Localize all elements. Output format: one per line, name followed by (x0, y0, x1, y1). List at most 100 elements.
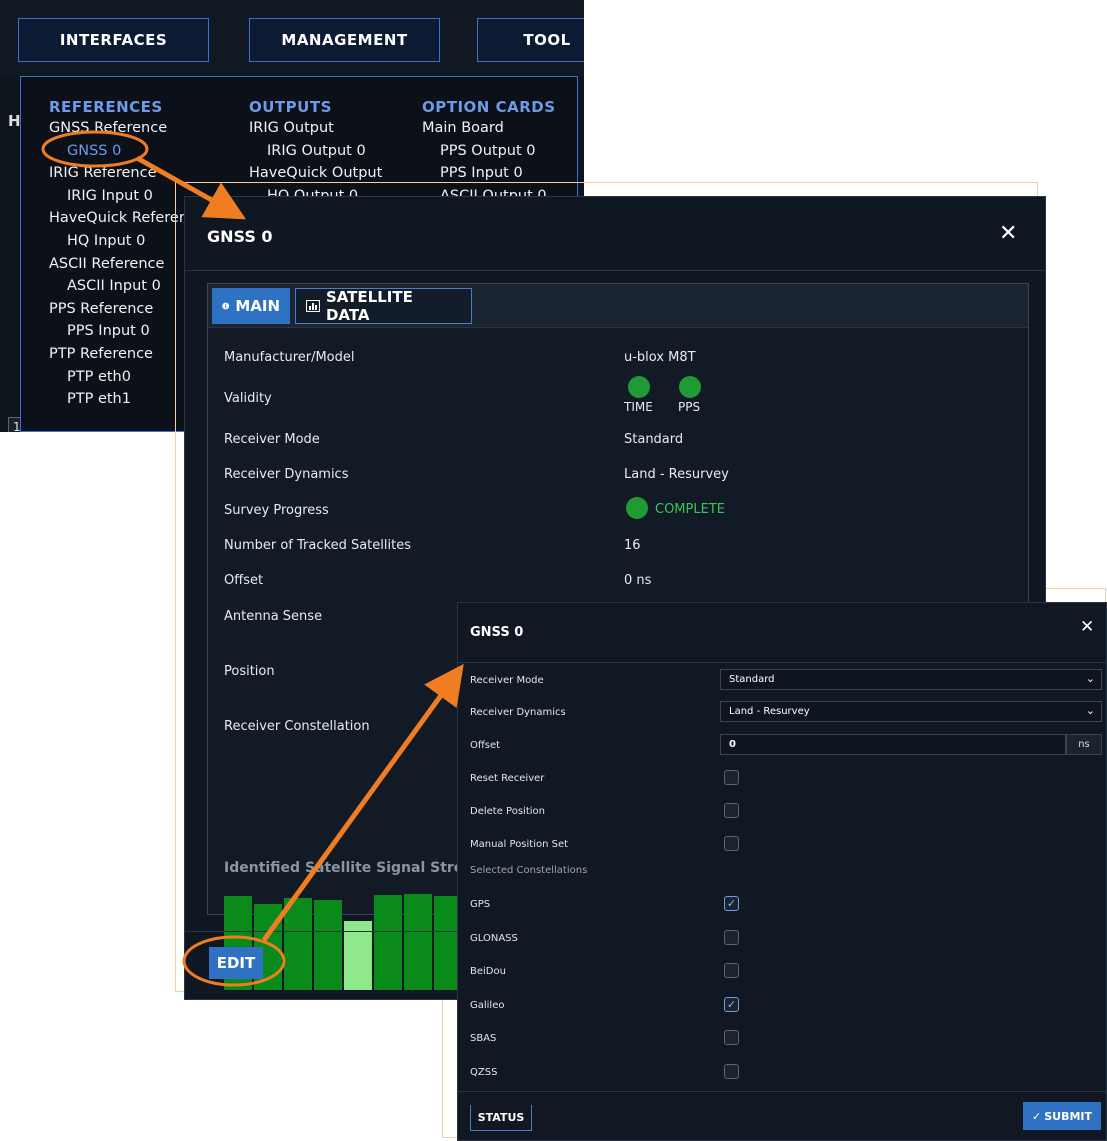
validity-pps-label: PPS (678, 400, 701, 414)
dialog-footer: STATUS ✓ SUBMIT (458, 1091, 1106, 1141)
receiver-dynamics-select[interactable]: Land - Resurvey ⌄ (720, 701, 1102, 722)
survey-progress-value: COMPLETE (655, 502, 725, 517)
chevron-down-icon: ⌄ (1085, 704, 1095, 717)
validity-time-indicator (628, 376, 650, 398)
tab-main[interactable]: MAIN (212, 288, 290, 324)
dialog-title: GNSS 0 (470, 625, 524, 640)
receiver-mode-label: Receiver Mode (470, 675, 544, 686)
offset-input[interactable]: 0 (720, 734, 1066, 755)
manual-position-label: Manual Position Set (470, 839, 569, 850)
menu-item[interactable]: PPS Input 0 (49, 320, 185, 343)
position-label: Position (224, 664, 275, 679)
status-led (628, 376, 650, 398)
menu-item[interactable]: GNSS Reference (49, 117, 185, 140)
edit-button[interactable]: EDIT (209, 947, 263, 979)
status-led (626, 497, 648, 519)
select-value: Standard (729, 674, 775, 685)
tab-satellite-data[interactable]: SATELLITE DATA (295, 288, 472, 324)
menu-item[interactable]: Main Board (422, 117, 556, 140)
tab-status[interactable]: STATUS (470, 1105, 532, 1131)
close-icon[interactable]: ✕ (1080, 617, 1094, 637)
selected-constellations-heading: Selected Constellations (470, 865, 588, 876)
survey-progress-label: Survey Progress (224, 503, 329, 518)
offset-unit: ns (1066, 734, 1102, 755)
submit-label: SUBMIT (1044, 1109, 1092, 1123)
nav-tools[interactable]: TOOL (477, 18, 584, 62)
tab-label: SATELLITE DATA (325, 288, 413, 324)
validity-label: Validity (224, 391, 272, 406)
dialog-header: GNSS 0 ✕ (458, 603, 1106, 663)
constellation-checkbox[interactable] (724, 1030, 739, 1045)
nav-management[interactable]: MANAGEMENT (249, 18, 440, 62)
menu-item[interactable]: PTP Reference (49, 343, 185, 366)
dialog-header: GNSS 0 ✕ (185, 197, 1045, 271)
constellation-label: Galileo (470, 999, 505, 1011)
menu-item[interactable]: GNSS 0 (49, 140, 185, 163)
tab-bar: MAIN SATELLITE DATA (208, 284, 1028, 328)
delete-position-label: Delete Position (470, 806, 545, 817)
close-icon[interactable]: ✕ (999, 221, 1017, 246)
offset-label: Offset (224, 573, 264, 588)
receiver-dynamics-value: Land - Resurvey (624, 467, 729, 482)
menu-item[interactable]: PPS Reference (49, 298, 185, 321)
constellation-checkbox[interactable] (724, 1063, 739, 1079)
receiver-mode-label: Receiver Mode (224, 432, 320, 447)
menu-item[interactable]: IRIG Output 0 (249, 140, 382, 163)
constellation-checkbox[interactable]: ✓ (724, 996, 739, 1012)
constellation-checkbox[interactable] (724, 929, 739, 945)
gnss-edit-dialog: GNSS 0 ✕ Receiver Mode Standard ⌄ Receiv… (457, 602, 1107, 1141)
status-led (679, 376, 701, 398)
submit-button[interactable]: ✓ SUBMIT (1023, 1102, 1101, 1130)
constellation-label: QZSS (470, 1066, 498, 1078)
tracked-satellites-value: 16 (624, 538, 641, 553)
menu-item[interactable]: IRIG Input 0 (49, 185, 185, 208)
manual-position-checkbox[interactable] (724, 836, 739, 851)
receiver-mode-value: Standard (624, 432, 684, 447)
receiver-mode-select[interactable]: Standard ⌄ (720, 669, 1102, 690)
receiver-constellation-label: Receiver Constellation (224, 719, 370, 734)
receiver-dynamics-label: Receiver Dynamics (224, 467, 349, 482)
menu-item[interactable]: ASCII Reference (49, 253, 185, 276)
dialog-title: GNSS 0 (207, 227, 273, 246)
signal-bar (284, 898, 312, 990)
menu-item[interactable]: IRIG Output (249, 117, 382, 140)
validity-pps-indicator (679, 376, 701, 398)
menu-item[interactable]: IRIG Reference (49, 162, 185, 185)
constellation-checkbox[interactable] (724, 963, 739, 978)
nav-interfaces[interactable]: INTERFACES (18, 18, 209, 62)
reset-receiver-checkbox[interactable] (724, 770, 739, 785)
constellation-checkbox[interactable]: ✓ (724, 896, 739, 911)
menu-item[interactable]: HaveQuick Referer (49, 207, 185, 230)
manufacturer-value: u-blox M8T (624, 350, 696, 365)
antenna-sense-label: Antenna Sense (224, 609, 323, 624)
menu-heading: OPTION CARDS (422, 98, 556, 116)
manufacturer-label: Manufacturer/Model (224, 350, 355, 365)
menu-item[interactable]: PTP eth1 (49, 388, 185, 411)
chart-icon (306, 300, 320, 312)
constellation-label: BeiDou (470, 966, 506, 977)
check-icon: ✓ (1032, 1109, 1042, 1123)
delete-position-checkbox[interactable] (724, 803, 739, 818)
constellation-label: GLONASS (470, 932, 518, 944)
signal-bar (404, 894, 432, 990)
page-title-fragment: H (8, 112, 21, 130)
receiver-dynamics-label: Receiver Dynamics (470, 707, 566, 718)
reset-receiver-label: Reset Receiver (470, 773, 545, 784)
chevron-down-icon: ⌄ (1085, 672, 1095, 685)
constellation-label: SBAS (470, 1033, 497, 1044)
select-value: Land - Resurvey (729, 706, 810, 717)
validity-time-label: TIME (624, 400, 653, 414)
signal-bar (374, 895, 402, 990)
menu-item[interactable]: ASCII Input 0 (49, 275, 185, 298)
offset-value: 0 ns (624, 573, 652, 588)
menu-item[interactable]: HQ Input 0 (49, 230, 185, 253)
menu-heading: REFERENCES (49, 98, 163, 116)
menu-item[interactable]: PPS Output 0 (422, 140, 556, 163)
constellation-label: GPS (470, 899, 491, 910)
offset-label: Offset (470, 740, 501, 751)
menu-heading: OUTPUTS (249, 98, 332, 116)
menu-item[interactable]: PTP eth0 (49, 366, 185, 389)
tab-label: MAIN (235, 297, 280, 315)
tracked-satellites-label: Number of Tracked Satellites (224, 538, 411, 553)
info-icon (222, 302, 230, 310)
